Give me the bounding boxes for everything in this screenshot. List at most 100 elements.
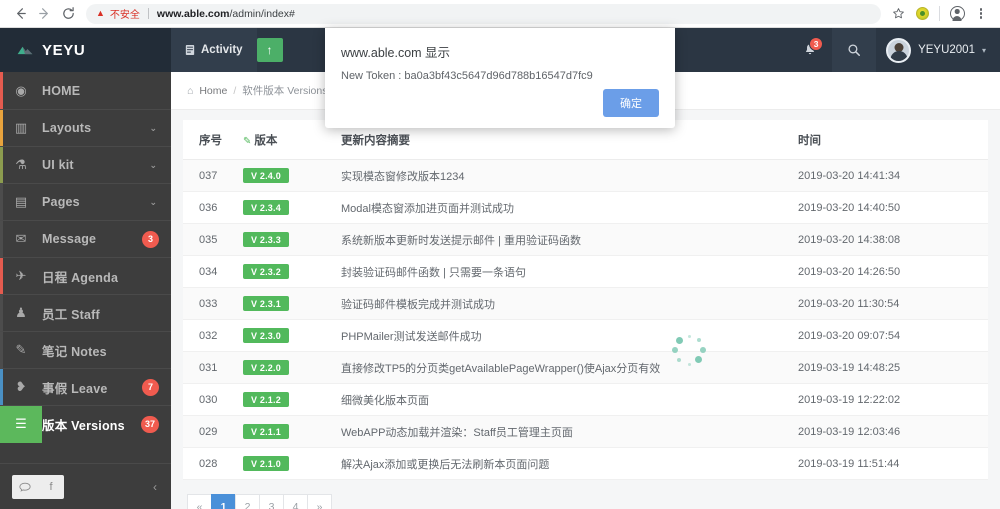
kebab-menu-icon[interactable]: [970, 3, 992, 25]
version-badge: V 2.1.1: [243, 424, 289, 439]
profile-icon[interactable]: [946, 3, 968, 25]
upload-arrow-icon: ↑: [267, 43, 273, 57]
chevron-left-icon[interactable]: ‹: [153, 480, 157, 494]
versions-card: 序号 ✎版本 更新内容摘要 时间 037V 2.4.0实现模态窗修改版本1234…: [183, 120, 988, 480]
column-header-version-label: 版本: [254, 135, 277, 147]
table-row[interactable]: 031V 2.2.0直接修改TP5的分页类getAvailablePageWra…: [183, 352, 988, 384]
chat-bubble-icon[interactable]: [12, 475, 38, 499]
tab-activity[interactable]: Activity: [171, 28, 257, 72]
table-row[interactable]: 030V 2.1.2细微美化版本页面2019-03-19 12:22:02: [183, 384, 988, 416]
pagination-page-2[interactable]: 2: [235, 494, 260, 509]
sidebar-item-ui-kit[interactable]: ⚗UI kit⌄: [0, 146, 171, 183]
sidebar-item-accent: [0, 332, 3, 368]
book-icon: [185, 44, 195, 56]
cell-time: 2019-03-19 12:22:02: [798, 384, 988, 416]
sidebar-item-accent: [0, 295, 3, 331]
spinner-dot: [672, 347, 678, 353]
sidebar-item-accent: [0, 369, 3, 405]
upload-button[interactable]: ↑: [257, 38, 283, 62]
browser-actions: [887, 3, 992, 25]
cell-time: 2019-03-19 11:51:44: [798, 448, 988, 480]
table-row[interactable]: 033V 2.3.1验证码邮件模板完成并测试成功2019-03-20 11:30…: [183, 288, 988, 320]
dialog-message: New Token : ba0a3bf43c5647d96d788b16547d…: [341, 70, 659, 82]
sidebar-item-home[interactable]: ◉HOME: [0, 72, 171, 109]
brand-logo[interactable]: YEYU: [0, 28, 171, 72]
search-button[interactable]: [832, 28, 876, 72]
topnav-right: 3 YEYU2001 ▾: [788, 28, 1000, 72]
pagination-next[interactable]: »: [307, 494, 332, 509]
cell-no: 028: [183, 448, 243, 480]
sidebar-item-layouts[interactable]: ▥Layouts⌄: [0, 109, 171, 146]
table-row[interactable]: 035V 2.3.3系统新版本更新时发送提示邮件 | 重用验证码函数2019-0…: [183, 224, 988, 256]
table-row[interactable]: 037V 2.4.0实现模态窗修改版本12342019-03-20 14:41:…: [183, 160, 988, 192]
spinner-dot: [700, 347, 706, 353]
reload-icon[interactable]: [56, 2, 80, 26]
sidebar-item-message[interactable]: ✉Message3: [0, 220, 171, 257]
version-badge: V 2.3.2: [243, 264, 289, 279]
cell-time: 2019-03-20 14:40:50: [798, 192, 988, 224]
chevron-down-icon: ⌄: [149, 160, 171, 171]
facebook-icon[interactable]: f: [38, 475, 64, 499]
table-row[interactable]: 034V 2.3.2封装验证码邮件函数 | 只需要一条语句2019-03-20 …: [183, 256, 988, 288]
cell-no: 032: [183, 320, 243, 352]
column-header-time[interactable]: 时间: [798, 120, 988, 160]
dialog-actions: 确定: [341, 89, 659, 128]
table-row[interactable]: 029V 2.1.1WebAPP动态加载并渲染：Staff员工管理主页面2019…: [183, 416, 988, 448]
search-icon: [847, 43, 861, 57]
app-screenshot: ▲ 不安全 www.able.com/admin/index# YEYU Act…: [0, 0, 1000, 509]
cell-no: 033: [183, 288, 243, 320]
sidebar-item-accent: [0, 184, 3, 220]
sidebar-item-pages[interactable]: ▤Pages⌄: [0, 183, 171, 220]
list-icon: ☰: [0, 406, 42, 443]
column-header-no[interactable]: 序号: [183, 120, 243, 160]
loading-spinner: [671, 332, 711, 372]
warning-triangle-icon: ▲: [96, 9, 105, 18]
dashboard-icon: ◉: [0, 83, 42, 99]
sidebar-menu: ◉HOME▥Layouts⌄⚗UI kit⌄▤Pages⌄✉Message3✈日…: [0, 72, 171, 463]
home-icon: ⌂: [187, 85, 193, 97]
sidebar-social-buttons: f: [12, 475, 64, 499]
spinner-dot: [697, 338, 701, 342]
envelope-icon: ✉: [0, 231, 42, 247]
cell-time: 2019-03-20 09:07:54: [798, 320, 988, 352]
sidebar-item-label: 日程 Agenda: [42, 267, 171, 286]
table-row[interactable]: 032V 2.3.0PHPMailer测试发送邮件成功2019-03-20 09…: [183, 320, 988, 352]
cell-time: 2019-03-19 14:48:25: [798, 352, 988, 384]
table-body: 037V 2.4.0实现模态窗修改版本12342019-03-20 14:41:…: [183, 160, 988, 480]
table-row[interactable]: 036V 2.3.4Modal模态窗添加进页面并测试成功2019-03-20 1…: [183, 192, 988, 224]
sidebar-item-员工-staff[interactable]: ♟员工 Staff: [0, 294, 171, 331]
version-badge: V 2.1.2: [243, 392, 289, 407]
pagination-page-3[interactable]: 3: [259, 494, 284, 509]
sidebar-item-label: 笔记 Notes: [42, 341, 171, 360]
sidebar-item-label: HOME: [42, 84, 171, 98]
chevron-down-icon: ▾: [982, 46, 986, 55]
spinner-dot: [688, 335, 691, 338]
extension-icon[interactable]: [911, 3, 933, 25]
forward-arrow-icon[interactable]: [32, 2, 56, 26]
notifications-button[interactable]: 3: [788, 28, 832, 72]
user-menu[interactable]: YEYU2001 ▾: [876, 28, 1000, 72]
dialog-ok-button[interactable]: 确定: [603, 89, 659, 117]
notifications-badge: 3: [809, 37, 823, 51]
sidebar-item-事假-leave[interactable]: ❥事假 Leave7: [0, 368, 171, 405]
pagination-prev[interactable]: «: [187, 494, 212, 509]
star-icon[interactable]: [887, 3, 909, 25]
sidebar-item-版本-versions[interactable]: ☰版本 Versions37: [0, 405, 171, 442]
browser-toolbar: ▲ 不安全 www.able.com/admin/index#: [0, 0, 1000, 28]
sidebar-item-笔记-notes[interactable]: ✎笔记 Notes: [0, 331, 171, 368]
brand-name: YEYU: [42, 42, 85, 59]
cell-version: V 2.3.2: [243, 256, 341, 288]
version-badge: V 2.2.0: [243, 360, 289, 375]
pagination-page-4[interactable]: 4: [283, 494, 308, 509]
sidebar-item-日程-agenda[interactable]: ✈日程 Agenda: [0, 257, 171, 294]
pagination-page-1[interactable]: 1: [211, 494, 236, 509]
table-row[interactable]: 028V 2.1.0解决Ajax添加或更换后无法刷新本页面问题2019-03-1…: [183, 448, 988, 480]
back-arrow-icon[interactable]: [8, 2, 32, 26]
cell-summary: 验证码邮件模板完成并测试成功: [341, 288, 798, 320]
tab-activity-label: Activity: [201, 44, 243, 56]
cell-no: 031: [183, 352, 243, 384]
address-bar[interactable]: ▲ 不安全 www.able.com/admin/index#: [86, 4, 881, 24]
omnibox-divider: [148, 8, 149, 19]
cell-version: V 2.2.0: [243, 352, 341, 384]
breadcrumb-home[interactable]: Home: [199, 85, 227, 97]
